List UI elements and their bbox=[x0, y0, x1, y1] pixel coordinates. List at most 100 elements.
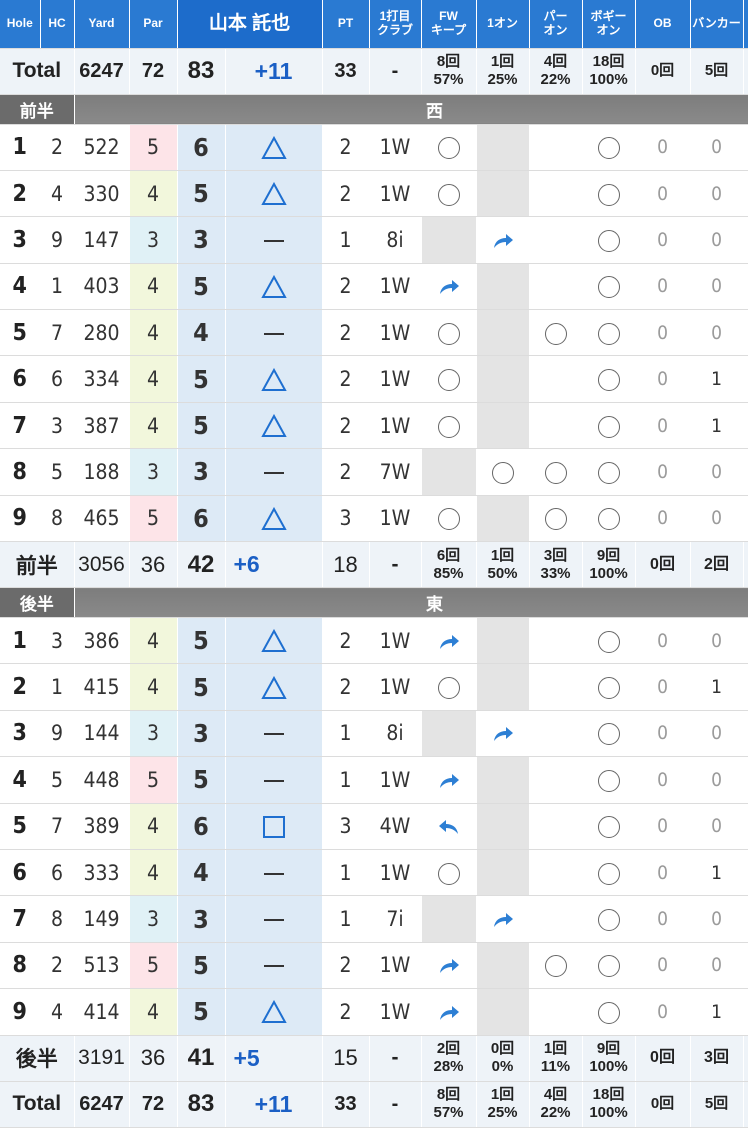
total-label: Total bbox=[0, 48, 75, 95]
circle-icon bbox=[544, 508, 567, 531]
hole-row: 663344521W010 bbox=[0, 355, 748, 403]
hole-score-mark bbox=[225, 663, 323, 711]
hole-club: 1W bbox=[369, 942, 422, 990]
total-par-on-count: 4回 bbox=[543, 53, 568, 70]
subtotal-one-on-percent: 50% bbox=[487, 564, 518, 582]
total-bogey-on-percent: 100% bbox=[589, 1104, 628, 1122]
hole-score-mark bbox=[225, 309, 323, 357]
circle-icon bbox=[597, 461, 620, 484]
hole-par-on bbox=[529, 617, 583, 665]
hole-par-on bbox=[529, 849, 583, 897]
section-label: 後半 bbox=[0, 587, 75, 619]
hole-bunker: 0 bbox=[690, 309, 744, 357]
hole-one-on bbox=[476, 663, 530, 711]
subtotal-score: 42 bbox=[177, 541, 226, 589]
hole-yard: 330 bbox=[74, 170, 130, 218]
hole-yard: 149 bbox=[74, 895, 130, 943]
subtotal-pt: 15 bbox=[322, 1035, 370, 1082]
total-penalty: 0回 bbox=[743, 1081, 748, 1128]
hole-row: 851883327W000 bbox=[0, 448, 748, 496]
subtotal-diff: +6 bbox=[225, 541, 323, 589]
total-bogey-on: 18回 100% bbox=[582, 1081, 636, 1128]
hole-number: 4 bbox=[0, 263, 41, 311]
hole-score: 4 bbox=[177, 849, 226, 897]
hole-hc: 1 bbox=[40, 663, 75, 711]
hole-ob: 0 bbox=[635, 710, 691, 758]
hole-pt: 3 bbox=[322, 803, 370, 850]
total-par-on-percent: 22% bbox=[540, 1104, 571, 1122]
hole-bogey-on bbox=[582, 495, 636, 543]
hole-row: 243304521W000 bbox=[0, 170, 748, 218]
hole-score: 5 bbox=[177, 663, 226, 711]
section-label: 前半 bbox=[0, 94, 75, 125]
hole-yard: 403 bbox=[74, 263, 130, 311]
hole-number: 8 bbox=[0, 448, 41, 496]
hole-par-on bbox=[529, 124, 583, 171]
circle-icon bbox=[597, 816, 620, 839]
total-bogey-on-percent: 100% bbox=[589, 71, 628, 88]
hole-score-mark bbox=[225, 803, 323, 850]
hole-pt: 2 bbox=[322, 402, 370, 450]
hole-bunker: 0 bbox=[690, 895, 744, 943]
hole-yard: 188 bbox=[74, 448, 130, 496]
hole-penalty: 0 bbox=[743, 663, 748, 711]
hole-par-on bbox=[529, 895, 583, 943]
hole-ob: 0 bbox=[635, 849, 691, 897]
hole-row: 454485511W000 bbox=[0, 756, 748, 804]
hole-hc: 3 bbox=[40, 402, 75, 450]
hole-row: 391473318i000 bbox=[0, 216, 748, 264]
col-club-line-1: 1打目 bbox=[379, 8, 411, 23]
hole-hc: 8 bbox=[40, 495, 75, 543]
hole-fw bbox=[421, 495, 477, 543]
col-bogey-on-line-2: オン bbox=[596, 22, 621, 37]
circle-icon bbox=[597, 183, 620, 206]
hole-hc: 7 bbox=[40, 803, 75, 850]
hole-ob: 0 bbox=[635, 170, 691, 218]
hole-par-on bbox=[529, 309, 583, 357]
hole-club: 1W bbox=[369, 617, 422, 665]
hole-number: 4 bbox=[0, 756, 41, 804]
total-fw-percent: 57% bbox=[433, 71, 464, 88]
hole-number: 2 bbox=[0, 663, 41, 711]
subtotal-one-on-percent: 0% bbox=[491, 1058, 514, 1076]
subtotal-penalty: 0回 bbox=[743, 541, 748, 589]
subtotal-pt: 18 bbox=[322, 541, 370, 589]
circle-icon bbox=[597, 1001, 620, 1024]
hole-row: 944144521W010 bbox=[0, 988, 748, 1036]
subtotal-fw: 6回 85% bbox=[421, 541, 477, 589]
hole-yard: 147 bbox=[74, 216, 130, 264]
hole-number: 2 bbox=[0, 170, 41, 218]
circle-icon bbox=[597, 769, 620, 792]
subtotal-par-on-percent: 33% bbox=[540, 564, 571, 582]
hole-number: 5 bbox=[0, 803, 41, 850]
hole-row: 663334411W010 bbox=[0, 849, 748, 897]
total-bunker: 5回 bbox=[690, 48, 744, 95]
hole-row: 391443318i000 bbox=[0, 710, 748, 758]
total-bogey-on-count: 18回 bbox=[592, 1086, 625, 1104]
total-one-on: 1回 25% bbox=[476, 48, 530, 95]
par-dash-icon bbox=[263, 872, 284, 875]
hole-yard: 386 bbox=[74, 617, 130, 665]
hole-bunker: 0 bbox=[690, 617, 744, 665]
hole-club: 1W bbox=[369, 663, 422, 711]
total-club: - bbox=[369, 1081, 422, 1128]
subtotal-one-on: 0回 0% bbox=[476, 1035, 530, 1082]
total-yard: 6247 bbox=[74, 1081, 130, 1128]
hole-par: 4 bbox=[129, 309, 178, 357]
total-ob: 0回 bbox=[635, 48, 691, 95]
hole-one-on bbox=[476, 170, 530, 218]
hole-bunker: 0 bbox=[690, 756, 744, 804]
circle-icon bbox=[597, 322, 620, 345]
hole-score-mark bbox=[225, 355, 323, 403]
hole-pt: 2 bbox=[322, 448, 370, 496]
col-fw-line-1: FW bbox=[439, 8, 458, 23]
double-bogey-square-icon bbox=[262, 816, 285, 839]
scorecard-screen: Hole HC Yard Par 山本 託也 PT 1打目 クラブ FW キープ 1オン パー オン ボギ… bbox=[0, 0, 748, 1132]
total-fw: 8回 57% bbox=[421, 1081, 477, 1128]
hole-score: 5 bbox=[177, 617, 226, 665]
circle-icon bbox=[597, 276, 620, 299]
hole-bogey-on bbox=[582, 216, 636, 264]
hole-one-on bbox=[476, 355, 530, 403]
total-one-on-count: 1回 bbox=[490, 53, 515, 70]
hole-fw bbox=[421, 402, 477, 450]
